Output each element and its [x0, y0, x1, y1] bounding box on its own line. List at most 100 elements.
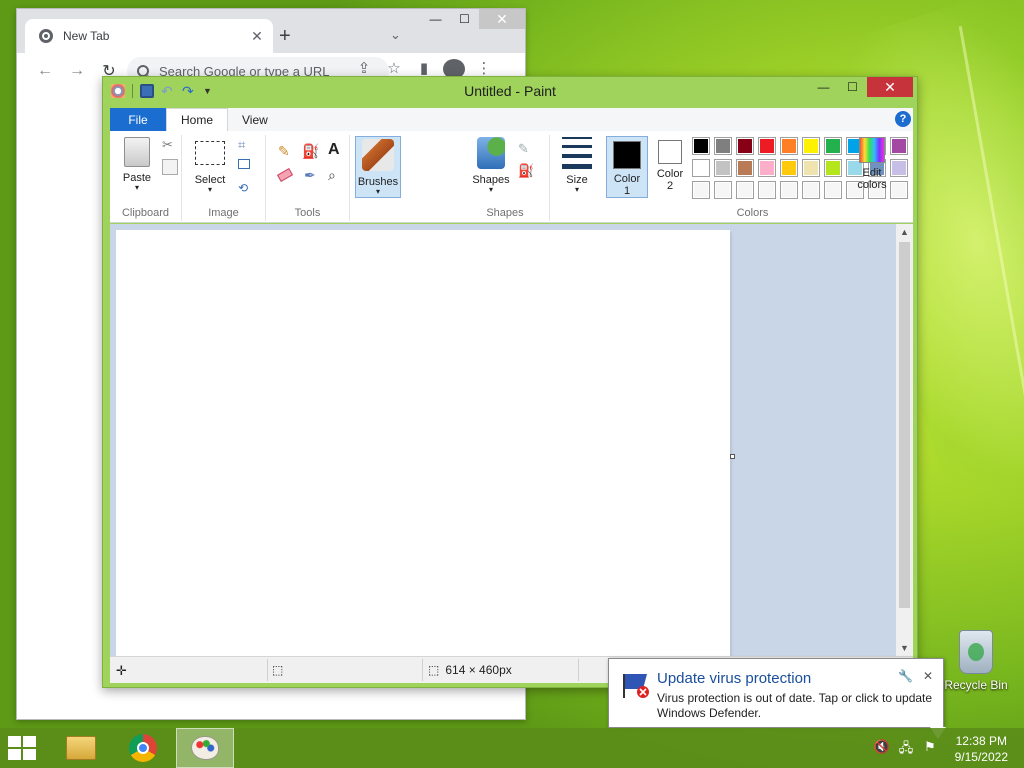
group-size: Size ▾	[550, 135, 604, 221]
forward-arrow-icon[interactable]: →	[61, 62, 93, 80]
new-tab-button[interactable]: +	[279, 25, 291, 48]
palette-custom-slot	[692, 181, 710, 199]
recycle-bin-desktop-icon[interactable]: Recycle Bin	[944, 630, 1008, 692]
tab-view[interactable]: View	[228, 108, 282, 131]
edit-colors-label-line2: colors	[857, 179, 887, 191]
chrome-close-button[interactable]: ✕	[479, 9, 525, 29]
taskbar-chrome[interactable]	[114, 728, 172, 768]
select-dropdown-icon: ▾	[207, 185, 212, 194]
edit-colors-button[interactable]: Edit colors	[852, 137, 892, 191]
vertical-scrollbar[interactable]: ▲ ▼	[896, 224, 913, 656]
palette-swatch[interactable]	[802, 137, 820, 155]
pencil-icon[interactable]: ✎	[278, 143, 294, 159]
shapes-button[interactable]: Shapes ▾	[468, 137, 514, 194]
canvas-resize-handle-right[interactable]	[730, 454, 735, 459]
edit-colors-icon	[859, 137, 885, 163]
drawing-canvas[interactable]	[116, 230, 730, 656]
color1-swatch	[613, 141, 641, 169]
chrome-minimize-button[interactable]: —	[421, 9, 450, 29]
palette-swatch[interactable]	[692, 159, 710, 177]
status-divider	[578, 659, 579, 681]
fill-icon[interactable]: ⛽	[518, 163, 534, 179]
palette-swatch[interactable]	[890, 137, 908, 155]
palette-custom-slot	[758, 181, 776, 199]
scrollbar-thumb[interactable]	[899, 242, 910, 608]
tab-file[interactable]: File	[110, 108, 166, 131]
paint-close-button[interactable]: ✕	[867, 77, 913, 97]
palette-swatch[interactable]	[714, 159, 732, 177]
canvas-size-status: ⬚ 614 × 460px	[428, 663, 512, 677]
outline-icon[interactable]: ✎	[518, 141, 534, 157]
windows-logo-tile	[23, 749, 36, 760]
tab-home[interactable]: Home	[166, 108, 229, 131]
notification-settings-wrench-icon[interactable]: 🔧	[898, 669, 913, 683]
palette-swatch[interactable]	[758, 159, 776, 177]
chrome-maximize-button[interactable]: ☐	[450, 9, 479, 29]
group-clipboard-label: Clipboard	[121, 207, 170, 219]
palette-swatch[interactable]	[736, 159, 754, 177]
selection-size-icon: ⬚	[272, 663, 284, 677]
speaker-muted-icon[interactable]: 🔇	[873, 739, 891, 757]
cursor-position-icon: ✛	[116, 663, 127, 678]
color2-button[interactable]: Color 2	[650, 140, 690, 192]
group-image-label: Image	[208, 207, 239, 219]
paint-maximize-button[interactable]: ☐	[838, 77, 867, 97]
taskbar-clock[interactable]: 12:38 PM 9/15/2022	[955, 733, 1008, 765]
taskbar-paint[interactable]	[176, 728, 234, 768]
taskbar: 🔇 🖧 ⚑ 12:38 PM 9/15/2022	[0, 728, 1024, 768]
windows-logo-tile	[23, 736, 36, 747]
palette-swatch[interactable]	[780, 137, 798, 155]
chrome-tab-new-tab[interactable]: New Tab ✕	[25, 19, 273, 53]
network-icon[interactable]: 🖧	[897, 739, 915, 757]
chrome-tab-favicon-icon	[39, 29, 53, 43]
size-button[interactable]: Size ▾	[556, 137, 598, 194]
palette-swatch[interactable]	[824, 159, 842, 177]
help-icon[interactable]: ?	[895, 111, 911, 127]
canvas-size-text: 614 × 460px	[445, 663, 512, 677]
notification-body: Virus protection is out of date. Tap or …	[657, 691, 933, 720]
select-button[interactable]: Select ▾	[190, 137, 230, 194]
status-divider	[267, 659, 268, 681]
paste-icon	[124, 137, 150, 167]
rotate-icon[interactable]: ⟲	[238, 181, 254, 197]
start-button[interactable]	[8, 736, 38, 760]
palette-custom-slot	[824, 181, 842, 199]
palette-swatch[interactable]	[802, 159, 820, 177]
magnifier-icon[interactable]: ⌕	[328, 167, 344, 183]
palette-swatch[interactable]	[692, 137, 710, 155]
close-tab-icon[interactable]: ✕	[247, 28, 267, 45]
taskbar-file-explorer[interactable]	[52, 728, 110, 768]
defender-flag-icon	[623, 674, 649, 698]
scroll-down-arrow-icon[interactable]: ▼	[896, 643, 913, 653]
palette-custom-slot	[780, 181, 798, 199]
palette-swatch[interactable]	[758, 137, 776, 155]
tab-search-chevron-icon[interactable]: ⌄	[390, 27, 401, 43]
brush-icon	[362, 139, 394, 171]
paint-minimize-button[interactable]: —	[809, 77, 838, 97]
ribbon-tab-bar: File Home View ?	[110, 108, 913, 131]
copy-icon[interactable]	[162, 159, 178, 175]
resize-icon[interactable]	[238, 159, 250, 169]
brushes-button[interactable]: Brushes ▾	[355, 136, 401, 198]
notification-close-icon[interactable]: ✕	[923, 669, 933, 683]
action-center-flag-icon[interactable]: ⚑	[921, 739, 939, 757]
fill-bucket-icon[interactable]: ⛽	[302, 143, 319, 159]
shapes-dropdown-icon: ▾	[488, 185, 493, 194]
palette-swatch[interactable]	[714, 137, 732, 155]
back-arrow-icon[interactable]: ←	[29, 62, 61, 80]
color1-button[interactable]: Color 1	[606, 136, 648, 198]
color-picker-icon[interactable]: ✒	[304, 167, 320, 183]
scroll-up-arrow-icon[interactable]: ▲	[896, 227, 913, 237]
defender-notification[interactable]: Update virus protection Virus protection…	[608, 658, 944, 728]
palette-swatch[interactable]	[780, 159, 798, 177]
cut-icon[interactable]: ✂	[162, 137, 178, 153]
palette-swatch[interactable]	[824, 137, 842, 155]
recycle-bin-label: Recycle Bin	[944, 678, 1008, 692]
color1-label-line1: Color	[613, 173, 641, 185]
paste-button[interactable]: Paste ▾	[116, 137, 158, 192]
palette-swatch[interactable]	[890, 159, 908, 177]
eraser-icon[interactable]	[276, 168, 294, 182]
text-tool-icon[interactable]: A	[328, 141, 344, 158]
palette-swatch[interactable]	[736, 137, 754, 155]
crop-icon[interactable]: ⌗	[238, 137, 254, 153]
